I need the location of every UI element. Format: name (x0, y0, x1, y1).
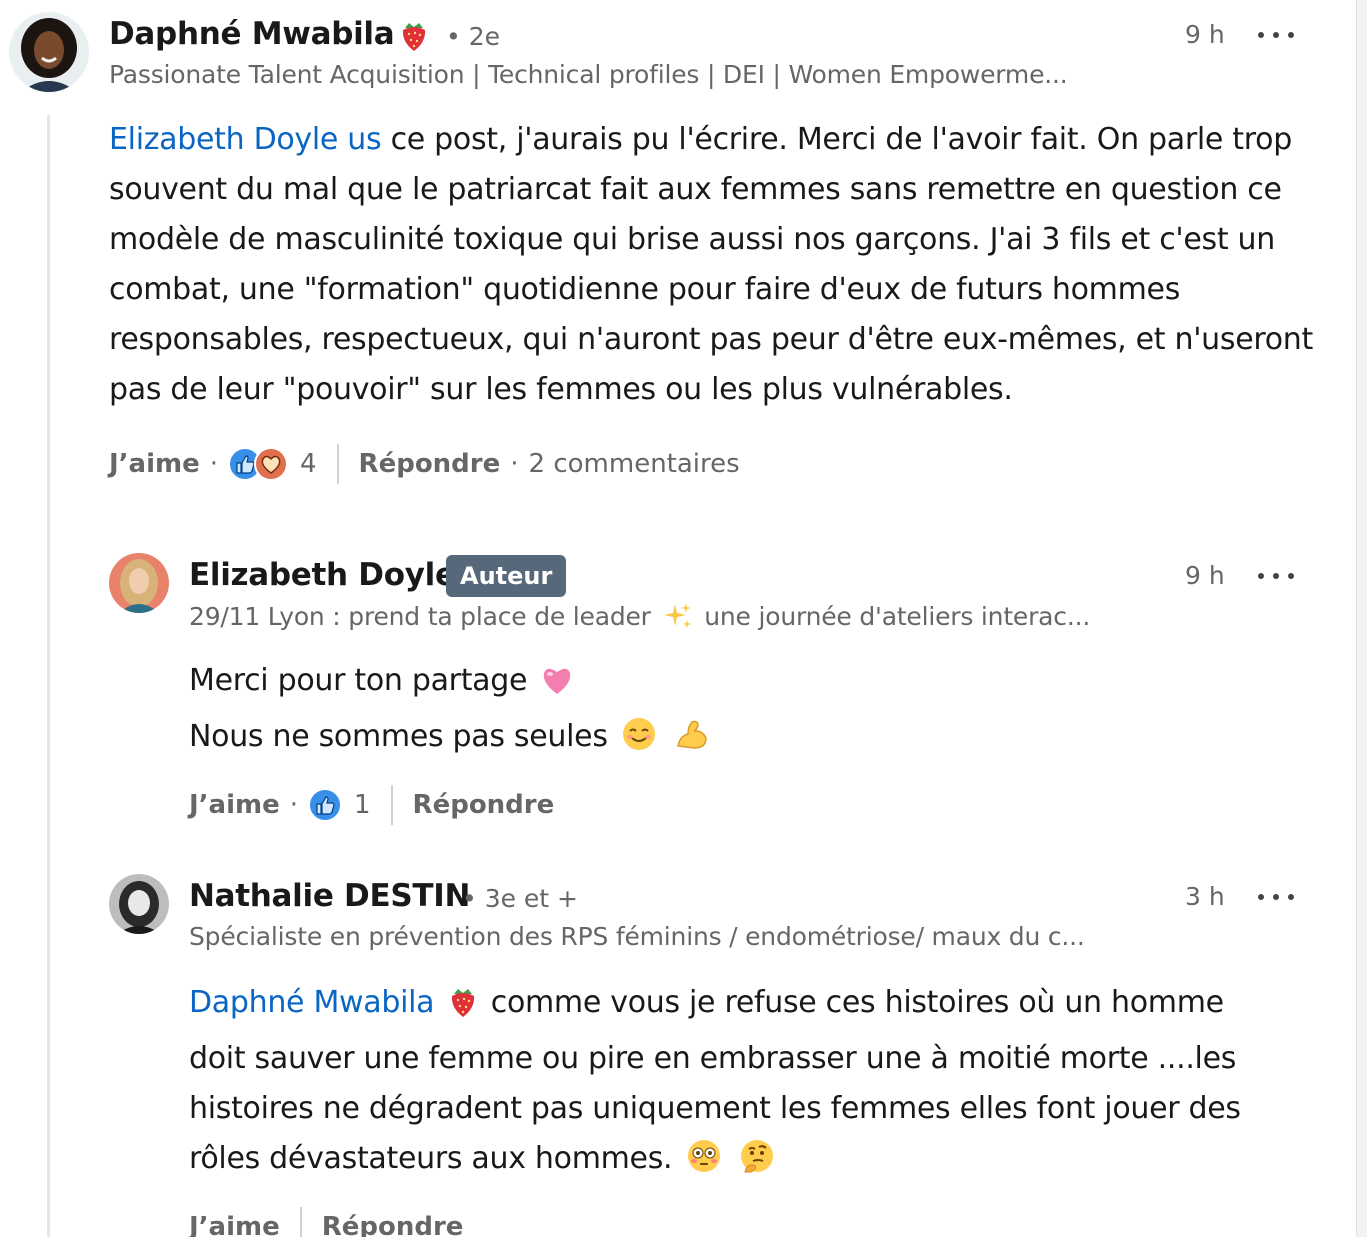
comments-thread: Daphné Mwabila • 2e Passionate Talent Ac… (0, 0, 1367, 1237)
avatar[interactable] (109, 874, 169, 934)
reply-text-line: rôles dévastateurs aux hommes. (189, 1141, 673, 1176)
author-headline: Passionate Talent Acquisition | Technica… (109, 60, 1068, 89)
love-reaction-icon (254, 447, 288, 481)
thread-line (47, 115, 50, 1237)
avatar-nathalie-image (109, 874, 169, 934)
like-button[interactable]: J’aime (189, 1212, 280, 1237)
reply-text-line: doit sauver une femme ou pire en embrass… (189, 1041, 1237, 1076)
reply-timestamp: 3 h (1185, 882, 1225, 911)
reactions-icons[interactable] (308, 788, 342, 822)
reply-timestamp: 9 h (1185, 561, 1225, 590)
reactions-icons[interactable] (228, 447, 288, 481)
reply-text-line: Nous ne sommes pas seules (189, 719, 608, 754)
sparkles-icon (663, 601, 693, 637)
scrollbar-track[interactable] (1356, 0, 1367, 1237)
more-options-icon[interactable] (1258, 887, 1294, 907)
comment-actions: J’aime · 4 Répondre · 2 commentaires (109, 444, 740, 484)
comment-author-name[interactable]: Daphné Mwabila (109, 16, 395, 52)
reply-button[interactable]: Répondre (413, 790, 555, 820)
headline-text: 29/11 Lyon : prend ta place de leader (189, 602, 651, 631)
divider (299, 1207, 302, 1237)
reply-body: Daphné Mwabila comme vous je refuse ces … (189, 978, 1309, 1190)
reply-actions: J’aime Répondre (189, 1207, 463, 1237)
reaction-count[interactable]: 1 (354, 790, 371, 820)
avatar-daphne-image (9, 12, 89, 92)
pink-heart-icon (540, 662, 574, 712)
reply-author-name[interactable]: Nathalie DESTIN (189, 878, 470, 914)
more-options-icon[interactable] (1258, 25, 1294, 45)
reply-text-line: histoires ne dégradent pas uniquement le… (189, 1091, 1241, 1126)
avatar-elizabeth-image (109, 553, 169, 613)
connection-degree: • 3e et + (462, 884, 579, 913)
reaction-count[interactable]: 4 (300, 449, 317, 479)
flexed-biceps-icon (674, 716, 710, 768)
reply-actions: J’aime · 1 Répondre (189, 785, 554, 825)
reply-author-name[interactable]: Elizabeth Doyle (189, 557, 456, 593)
mention-link[interactable]: Daphné Mwabila (189, 985, 435, 1020)
reply-body: Merci pour ton partage Nous ne sommes pa… (189, 656, 1289, 768)
comment-text: ce post, j'aurais pu l'écrire. Merci de … (109, 122, 1313, 407)
divider (390, 785, 393, 825)
separator-dot: · (209, 449, 218, 479)
headline-text: une journée d'ateliers interac... (704, 602, 1091, 631)
separator-dot: · (510, 449, 519, 479)
more-options-icon[interactable] (1258, 566, 1294, 586)
like-button[interactable]: J’aime (189, 790, 280, 820)
strawberry-icon (399, 20, 429, 56)
reply-text-line: Merci pour ton partage (189, 663, 528, 698)
author-headline: Spécialiste en prévention des RPS fémini… (189, 922, 1085, 951)
separator-dot: · (289, 790, 298, 820)
divider (336, 444, 339, 484)
comment-timestamp: 9 h (1185, 20, 1225, 49)
comment-body: Elizabeth Doyle us ce post, j'aurais pu … (109, 115, 1324, 415)
author-headline: 29/11 Lyon : prend ta place de leader un… (189, 601, 1090, 637)
reply-text-line: comme vous je refuse ces histoires où un… (490, 985, 1224, 1020)
mention-link[interactable]: Elizabeth Doyle us (109, 122, 382, 157)
reply-button[interactable]: Répondre (359, 449, 501, 479)
connection-degree: • 2e (446, 22, 500, 51)
thinking-face-icon (739, 1138, 775, 1190)
avatar[interactable] (9, 12, 89, 92)
smiling-face-icon (621, 716, 657, 768)
strawberry-icon (448, 984, 478, 1034)
avatar[interactable] (109, 553, 169, 613)
author-badge: Auteur (446, 555, 567, 597)
replies-count-link[interactable]: 2 commentaires (529, 449, 740, 479)
like-button[interactable]: J’aime (109, 449, 200, 479)
like-reaction-icon (308, 788, 342, 822)
reply-button[interactable]: Répondre (322, 1212, 464, 1237)
flushed-face-icon (686, 1138, 722, 1190)
